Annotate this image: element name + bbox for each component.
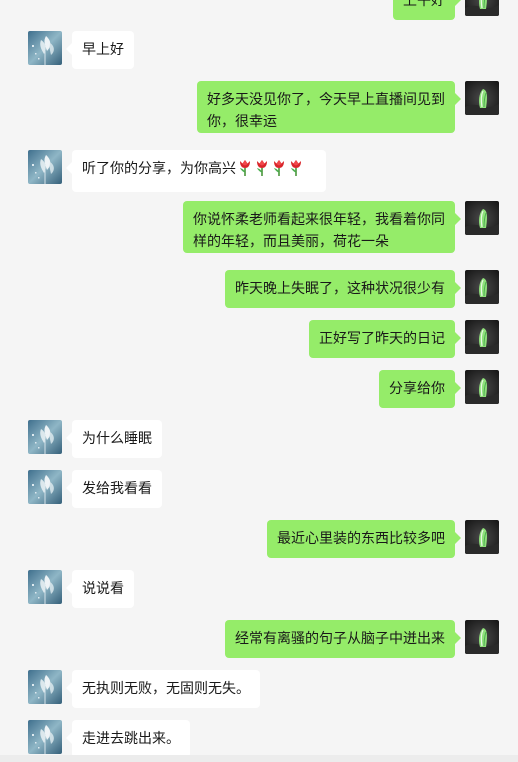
message-bubble-contact[interactable]: 发给我看看 [66,470,162,508]
message-bubble-own[interactable]: 分享给你 [379,370,461,408]
my-avatar[interactable] [465,270,499,304]
contact-avatar[interactable] [28,720,62,754]
message-text: 为什么睡眠 [82,431,152,447]
my-avatar[interactable] [465,370,499,404]
message-bubble-contact[interactable]: 说说看 [66,570,134,608]
message-bubble-contact[interactable]: 早上好 [66,31,134,69]
message-text: 说说看 [82,581,124,597]
message-text: 正好写了昨天的日记 [319,331,445,347]
message-text: 早上好 [82,42,124,58]
contact-avatar[interactable] [28,420,62,454]
tulip-emoji [288,159,304,184]
message-text: 无执则无败，无固则无失。 [82,681,250,697]
contact-avatar[interactable] [28,570,62,604]
input-area-divider [0,755,518,762]
message-text: 发给我看看 [82,481,152,497]
message-bubble-own[interactable]: 经常有离骚的句子从脑子中迸出来 [225,620,461,658]
message-text: 走进去跳出来。 [82,731,180,747]
message-bubble-own[interactable]: 正好写了昨天的日记 [309,320,461,358]
message-text: 分享给你 [389,381,445,397]
message-bubble-own[interactable]: 上午好 [393,0,461,20]
message-text: 听了你的分享，为你高兴 [82,161,236,177]
contact-avatar[interactable] [28,470,62,504]
my-avatar[interactable] [465,0,499,16]
message-bubble-own[interactable]: 好多天没见你了，今天早上直播间见到你，很幸运 [197,81,461,133]
my-avatar[interactable] [465,81,499,115]
contact-avatar[interactable] [28,670,62,704]
my-avatar[interactable] [465,620,499,654]
message-bubble-contact[interactable]: 无执则无败，无固则无失。 [66,670,260,708]
my-avatar[interactable] [465,320,499,354]
tulip-emoji [254,159,270,184]
message-bubble-contact[interactable]: 走进去跳出来。 [66,720,190,758]
message-text: 你说怀柔老师看起来很年轻，我看着你同样的年轻，而且美丽，荷花一朵 [193,212,445,250]
message-bubble-contact[interactable]: 听了你的分享，为你高兴 [66,150,326,192]
tulip-emoji [271,159,287,184]
message-text: 最近心里装的东西比较多吧 [277,531,445,547]
message-text: 昨天晚上失眠了，这种状况很少有 [235,281,445,297]
contact-avatar[interactable] [28,150,62,184]
message-bubble-contact[interactable]: 为什么睡眠 [66,420,162,458]
my-avatar[interactable] [465,201,499,235]
tulip-emoji [237,159,253,184]
message-bubble-own[interactable]: 昨天晚上失眠了，这种状况很少有 [225,270,461,308]
message-bubble-own[interactable]: 你说怀柔老师看起来很年轻，我看着你同样的年轻，而且美丽，荷花一朵 [183,201,461,253]
chat-message-list: 上午好 早上好 好多天没见你了，今天早上直播间见到你，很幸运 听了你的分享，为你… [0,0,518,762]
my-avatar[interactable] [465,520,499,554]
message-text: 好多天没见你了，今天早上直播间见到你，很幸运 [207,92,445,130]
message-bubble-own[interactable]: 最近心里装的东西比较多吧 [267,520,461,558]
message-text: 上午好 [403,0,445,9]
contact-avatar[interactable] [28,31,62,65]
message-text: 经常有离骚的句子从脑子中迸出来 [235,631,445,647]
